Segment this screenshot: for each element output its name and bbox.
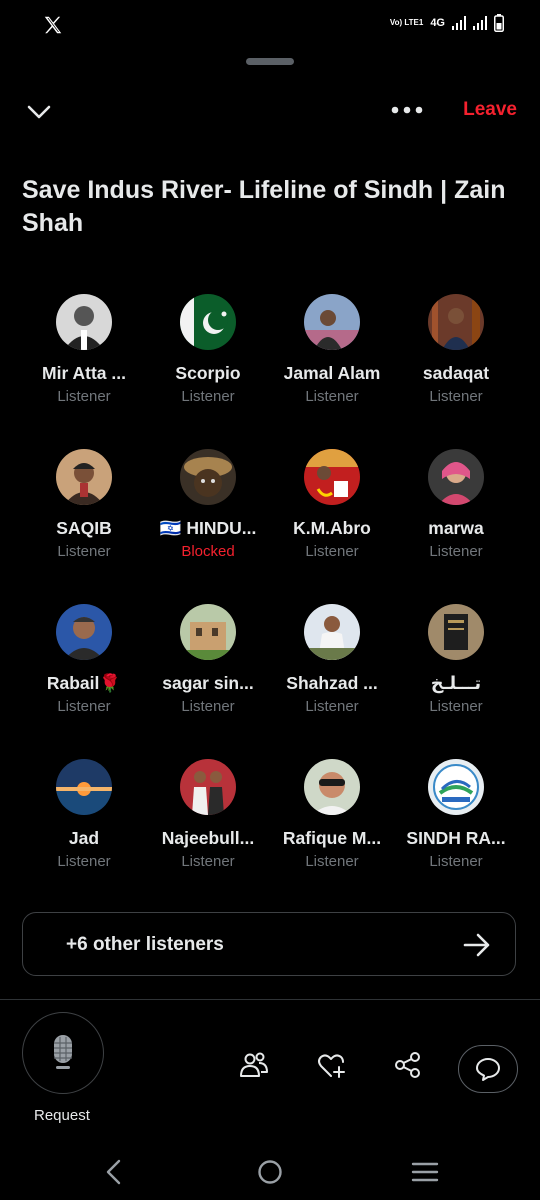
- avatar: [56, 449, 112, 505]
- other-listeners-label: +6 other listeners: [66, 934, 224, 955]
- drag-handle[interactable]: [246, 58, 294, 65]
- share-icon[interactable]: [393, 1050, 423, 1080]
- participant[interactable]: sagar sin... Listener: [146, 604, 270, 759]
- signal-icon: [473, 16, 487, 30]
- participant-name: Rabail🌹: [46, 673, 122, 693]
- participant-name: Rafique M...: [282, 828, 382, 848]
- participant-role: Listener: [305, 698, 359, 715]
- avatar: [304, 759, 360, 815]
- participant-role: Listener: [429, 853, 483, 870]
- avatar: [304, 449, 360, 505]
- avatar: [180, 759, 236, 815]
- chat-button[interactable]: [458, 1045, 518, 1093]
- participants-row: Jad Listener Najeebull... Listener Rafiq…: [22, 759, 518, 914]
- back-icon[interactable]: [100, 1158, 128, 1186]
- home-icon[interactable]: [256, 1158, 284, 1186]
- avatar: [304, 604, 360, 660]
- participant-name: sadaqat: [422, 363, 490, 383]
- participant[interactable]: تـــلـخ Listener: [394, 604, 518, 759]
- participant[interactable]: Scorpio Listener: [146, 294, 270, 449]
- volte-indicator: Vo) LTE1: [389, 18, 424, 27]
- participant-role: Listener: [305, 388, 359, 405]
- avatar: [428, 604, 484, 660]
- space-title: Save Indus River- Lifeline of Sindh | Za…: [22, 176, 506, 237]
- participant-role: Listener: [57, 388, 111, 405]
- participant-role: Listener: [429, 388, 483, 405]
- status-icons: Vo) LTE1 4G: [390, 14, 504, 32]
- participant-role: Listener: [181, 698, 235, 715]
- avatar: [180, 294, 236, 350]
- participants-row: Mir Atta ... Listener Scorpio Listener J…: [22, 294, 518, 449]
- chevron-down-icon[interactable]: [26, 98, 52, 124]
- participant[interactable]: K.M.Abro Listener: [270, 449, 394, 604]
- participant-name: Najeebull...: [161, 828, 255, 848]
- participant[interactable]: Shahzad ... Listener: [270, 604, 394, 759]
- leave-button[interactable]: Leave: [463, 99, 517, 121]
- participant[interactable]: SAQIB Listener: [22, 449, 146, 604]
- participant-name: sagar sin...: [162, 673, 254, 693]
- participant-name: SAQIB: [56, 518, 112, 538]
- participant-name: K.M.Abro: [293, 518, 371, 538]
- participant-role: Listener: [57, 543, 111, 560]
- people-icon[interactable]: [239, 1050, 269, 1080]
- more-options-icon[interactable]: [391, 105, 423, 115]
- participant-name: SINDH RA...: [406, 828, 506, 848]
- participant[interactable]: sadaqat Listener: [394, 294, 518, 449]
- recents-menu-icon[interactable]: [410, 1160, 440, 1184]
- other-listeners-button[interactable]: +6 other listeners: [22, 912, 516, 976]
- request-label: Request: [34, 1107, 90, 1124]
- avatar: [180, 449, 236, 505]
- chat-bubble-icon: [476, 1058, 500, 1081]
- participants-row: Rabail🌹 Listener sagar sin... Listener S…: [22, 604, 518, 759]
- participant-name: Scorpio: [175, 363, 241, 383]
- participants-row: SAQIB Listener 🇮🇱 HINDU... Blocked K.M.A…: [22, 449, 518, 604]
- top-bar: Leave: [0, 92, 540, 132]
- avatar: [428, 449, 484, 505]
- participant[interactable]: Jad Listener: [22, 759, 146, 914]
- participant-role: Listener: [181, 388, 235, 405]
- avatar: [56, 294, 112, 350]
- battery-icon: [494, 14, 504, 32]
- participant[interactable]: Mir Atta ... Listener: [22, 294, 146, 449]
- microphone-icon: [54, 1035, 72, 1069]
- heart-add-icon[interactable]: [317, 1050, 347, 1080]
- participant-name: Shahzad ...: [286, 673, 378, 693]
- participant-name: Mir Atta ...: [42, 363, 126, 383]
- system-nav-bar: [0, 1150, 540, 1194]
- participants-grid: Mir Atta ... Listener Scorpio Listener J…: [22, 294, 518, 914]
- avatar: [56, 604, 112, 660]
- participant-name: marwa: [428, 518, 484, 538]
- request-mic-button[interactable]: [22, 1012, 104, 1094]
- participant-role: Listener: [57, 853, 111, 870]
- participant[interactable]: Rabail🌹 Listener: [22, 604, 146, 759]
- divider: [0, 999, 540, 1000]
- avatar: [56, 759, 112, 815]
- avatar: [428, 759, 484, 815]
- arrow-right-icon: [463, 933, 490, 957]
- participant-name: Jamal Alam: [283, 363, 381, 383]
- avatar: [428, 294, 484, 350]
- participant-name: Jad: [68, 828, 100, 848]
- participant-name: 🇮🇱 HINDU...: [159, 518, 257, 538]
- participant[interactable]: marwa Listener: [394, 449, 518, 604]
- participant-role: Listener: [57, 698, 111, 715]
- avatar: [304, 294, 360, 350]
- participant-role: Listener: [305, 543, 359, 560]
- network-type: 4G: [430, 17, 445, 29]
- signal-icon: [452, 16, 466, 30]
- participant[interactable]: Jamal Alam Listener: [270, 294, 394, 449]
- avatar: [180, 604, 236, 660]
- participant[interactable]: SINDH RA... Listener: [394, 759, 518, 914]
- participant[interactable]: Rafique M... Listener: [270, 759, 394, 914]
- x-logo-icon: [44, 16, 62, 34]
- participant[interactable]: 🇮🇱 HINDU... Blocked: [146, 449, 270, 604]
- participant-role: Listener: [429, 543, 483, 560]
- participant-role: Blocked: [181, 543, 235, 560]
- status-bar: Vo) LTE1 4G: [0, 0, 540, 50]
- participant-role: Listener: [429, 698, 483, 715]
- participant-role: Listener: [305, 853, 359, 870]
- participant-role: Listener: [181, 853, 235, 870]
- participant[interactable]: Najeebull... Listener: [146, 759, 270, 914]
- participant-name: تـــلـخ: [430, 673, 482, 693]
